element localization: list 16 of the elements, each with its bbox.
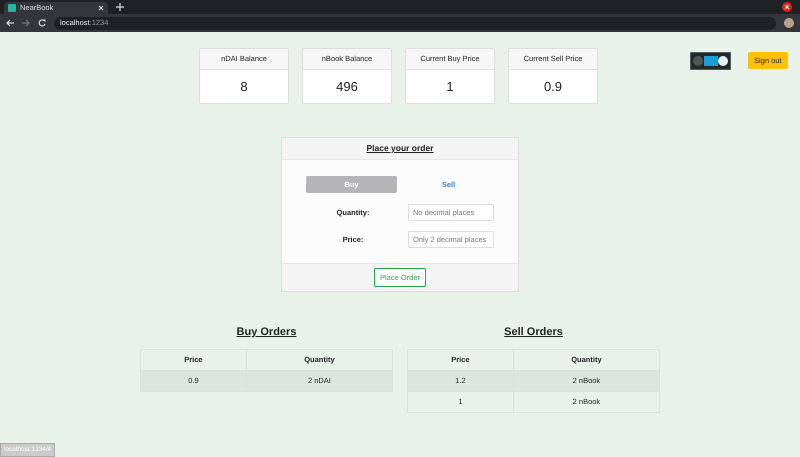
reload-icon[interactable] bbox=[38, 19, 46, 27]
stat-value: 8 bbox=[239, 78, 249, 96]
stat-value: 0.9 bbox=[542, 78, 564, 96]
forward-icon[interactable] bbox=[22, 19, 30, 27]
back-icon[interactable] bbox=[6, 19, 14, 27]
table-title: Sell Orders bbox=[503, 325, 564, 340]
logo-icon bbox=[690, 52, 731, 70]
new-tab-icon[interactable] bbox=[116, 3, 124, 11]
site-icon bbox=[8, 4, 16, 12]
stat-value: 496 bbox=[335, 78, 359, 96]
card-title: Place your order bbox=[282, 138, 518, 160]
close-icon[interactable] bbox=[782, 2, 792, 12]
stat-value: 1 bbox=[445, 78, 455, 96]
table-title: Buy Orders bbox=[236, 325, 298, 340]
close-icon[interactable] bbox=[98, 5, 104, 11]
avatar-icon[interactable] bbox=[784, 18, 794, 28]
